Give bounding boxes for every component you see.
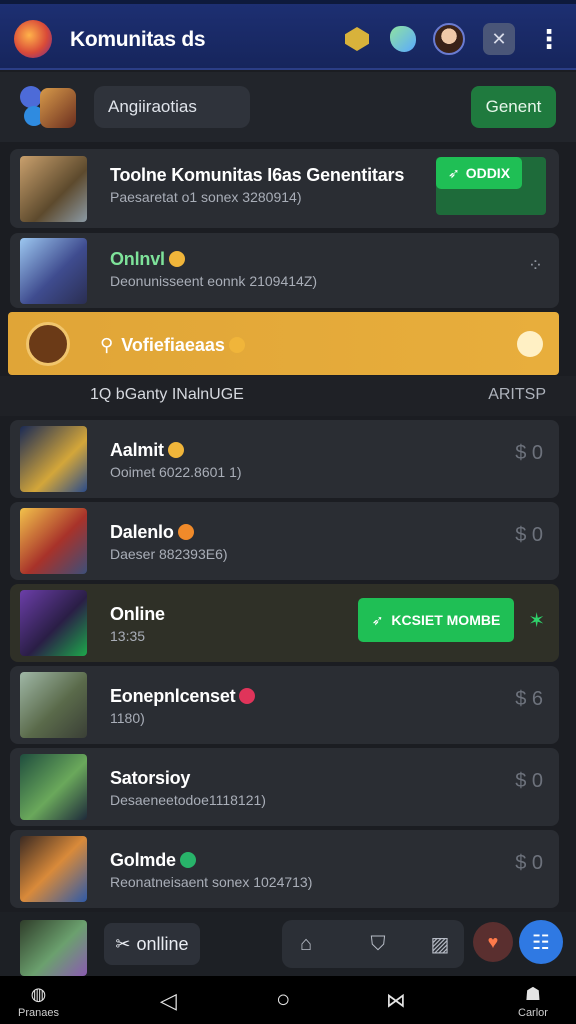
more-vert-icon[interactable]: ⋮ (532, 22, 566, 56)
emoji-icon (167, 442, 184, 458)
list-item[interactable]: Aalmit Ooimet 6022.8601 1) $ 0 (10, 420, 559, 498)
general-button[interactable]: Genent (471, 86, 556, 128)
item-subtitle: 13:35 (110, 628, 146, 644)
item-title: Satorsioy (110, 768, 191, 788)
item-price: $ 0 (515, 524, 543, 546)
sysnav-right[interactable]: ☗ Carlor (518, 984, 548, 1019)
sysnav-left[interactable]: ◍ Pranaes (18, 984, 59, 1019)
banner-title: ⚲ Vofiefiaeaas (100, 335, 245, 356)
mascot-icon[interactable] (386, 22, 420, 56)
emoji-icon (179, 852, 196, 868)
search-input[interactable]: Angiiraotias (94, 86, 250, 128)
emoji-icon (239, 688, 256, 704)
profile-avatar[interactable] (432, 22, 466, 56)
user-icon: ☗ (524, 984, 542, 1004)
list-item[interactable]: Onlnvl Deonunisseent eonnk 2109414Z) ⁘ (10, 233, 559, 308)
toggle-icon[interactable] (517, 331, 543, 357)
game-thumbnail (20, 238, 87, 304)
online-chip[interactable]: ✂ onlline (104, 923, 200, 965)
send-icon: ➶ (447, 164, 460, 181)
item-price: $ 0 (515, 442, 543, 464)
app-bar: Komunitas ds ✕ ⋮ (0, 4, 576, 70)
achievement-icon[interactable] (340, 22, 374, 56)
bookmark-icon[interactable]: ⋈ (386, 988, 406, 1013)
item-title: Online (110, 604, 165, 624)
game-thumbnail (20, 156, 87, 222)
item-title: Dalenlo (110, 522, 194, 543)
list-item[interactable]: Dalenlo Daeser 882393E6) $ 0 (10, 502, 559, 580)
bottom-nav: ⌂ ⛉ ▨ (282, 920, 464, 968)
app-logo[interactable] (14, 20, 52, 58)
section-title: 1Q bGanty INalnUGE (90, 386, 244, 403)
item-title: Aalmit (110, 440, 184, 461)
game-thumbnail (20, 426, 87, 492)
item-title: Toolne Komunitas I6as Genentitars (110, 165, 405, 185)
join-button[interactable]: ➶ ODDIX (436, 157, 522, 189)
item-subtitle: Deonunisseent eonnk 2109414Z) (110, 273, 318, 289)
item-price: $ 0 (515, 770, 543, 792)
globe-icon: ◍ (30, 984, 47, 1004)
community-avatar-stack[interactable] (20, 86, 76, 128)
game-thumbnail (20, 836, 87, 902)
star-icon[interactable]: ✶ (528, 608, 545, 633)
grid-icon[interactable]: ✕ (482, 22, 516, 56)
badge-icon (26, 322, 70, 366)
item-price: $ 6 (515, 688, 543, 710)
search-icon: ⚲ (100, 335, 114, 355)
item-subtitle: Desaeneetodoe1118121) (110, 792, 266, 808)
item-subtitle: Ooimet 6022.8601 1) (110, 464, 242, 480)
item-subtitle: Reonatneisaent sonex 1024713) (110, 874, 313, 890)
emoji-icon (228, 337, 245, 353)
send-icon: ➶ (371, 611, 384, 628)
section-action[interactable]: ARITSP (488, 386, 546, 404)
shield-icon[interactable]: ⛉ (364, 930, 392, 958)
item-subtitle: 1180) (110, 710, 145, 726)
emoji-icon (177, 524, 194, 540)
list-item[interactable]: Toolne Komunitas I6as Genentitars Paesar… (10, 149, 559, 228)
game-thumbnail (20, 920, 87, 976)
list-item[interactable]: Satorsioy Desaeneetodoe1118121) $ 0 (10, 748, 559, 826)
list-item[interactable]: Online 13:35 ➶ KCSIET MOMBE ✶ (10, 584, 559, 662)
home-icon[interactable]: ⌂ (292, 930, 320, 958)
game-thumbnail (20, 754, 87, 820)
home-circle-icon[interactable]: ○ (276, 986, 291, 1014)
game-thumbnail (20, 672, 87, 738)
game-thumbnail (20, 508, 87, 574)
back-icon[interactable]: ◁ (160, 988, 177, 1014)
verification-banner[interactable]: ⚲ Vofiefiaeaas (8, 312, 559, 375)
tools-icon: ✂ (115, 933, 131, 954)
image-icon[interactable]: ▨ (426, 930, 454, 958)
shield-fab-icon[interactable]: ♥ (473, 922, 513, 962)
item-title: Eonepnlcenset (110, 686, 256, 707)
system-nav-bar: ◍ Pranaes ◁ ○ ⋈ ☗ Carlor (0, 976, 576, 1024)
list-item[interactable]: Golmde Reonatneisaent sonex 1024713) $ 0 (10, 830, 559, 908)
emoji-icon (168, 251, 185, 267)
item-price: $ 0 (515, 852, 543, 874)
page-title: Komunitas ds (70, 28, 206, 51)
menu-fab-icon[interactable]: ☷ (519, 920, 563, 964)
options-icon[interactable]: ⁘ (528, 255, 543, 276)
item-title: Onlnvl (110, 249, 185, 270)
item-subtitle: Daeser 882393E6) (110, 546, 228, 562)
section-header: 1Q bGanty INalnUGE ARITSP (0, 376, 576, 416)
list-item[interactable]: Eonepnlcenset 1180) $ 6 (10, 666, 559, 744)
join-button[interactable]: ➶ KCSIET MOMBE (358, 598, 514, 642)
item-subtitle: Paesaretat o1 sonex 3280914) (110, 189, 302, 205)
item-title: Golmde (110, 850, 196, 871)
game-thumbnail (20, 590, 87, 656)
